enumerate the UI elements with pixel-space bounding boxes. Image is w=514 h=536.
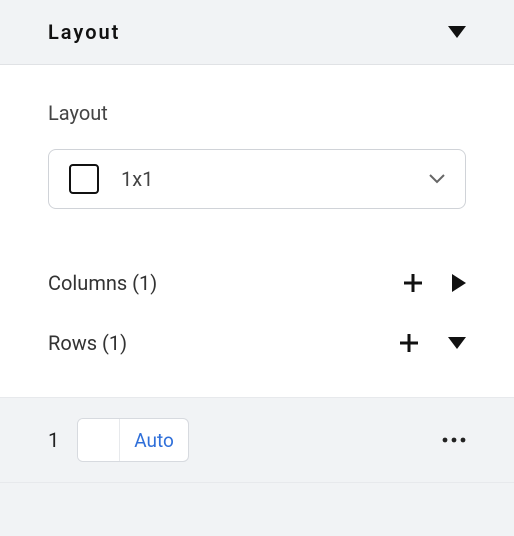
row-size-value: Auto bbox=[120, 429, 188, 452]
add-column-button[interactable] bbox=[402, 272, 424, 294]
rows-row: Rows (1) bbox=[48, 313, 466, 373]
layout-preview-1x1-icon bbox=[69, 164, 99, 194]
chevron-down-icon bbox=[429, 174, 445, 184]
row-more-button[interactable] bbox=[442, 437, 466, 443]
panel-header[interactable]: Layout bbox=[0, 0, 514, 65]
expand-columns-button[interactable] bbox=[452, 274, 466, 292]
layout-select[interactable]: 1x1 bbox=[48, 149, 466, 209]
rows-label: Rows (1) bbox=[48, 331, 127, 355]
columns-row: Columns (1) bbox=[48, 253, 466, 313]
collapse-rows-button[interactable] bbox=[448, 337, 466, 349]
rows-actions bbox=[398, 332, 466, 354]
columns-actions bbox=[402, 272, 466, 294]
row-color-swatch[interactable] bbox=[78, 419, 120, 461]
layout-subheader: Layout bbox=[48, 101, 466, 125]
collapse-caret-icon[interactable] bbox=[448, 26, 466, 38]
row-edit-left: 1 Auto bbox=[48, 418, 189, 462]
layout-panel: Layout 1x1 Columns (1) Rows (1) bbox=[0, 65, 514, 397]
layout-select-label: 1x1 bbox=[121, 167, 407, 191]
add-row-button[interactable] bbox=[398, 332, 420, 354]
row-edit-strip: 1 Auto bbox=[0, 397, 514, 483]
panel-title: Layout bbox=[48, 20, 120, 44]
row-size-control[interactable]: Auto bbox=[77, 418, 189, 462]
columns-label: Columns (1) bbox=[48, 271, 157, 295]
row-index: 1 bbox=[48, 428, 59, 452]
